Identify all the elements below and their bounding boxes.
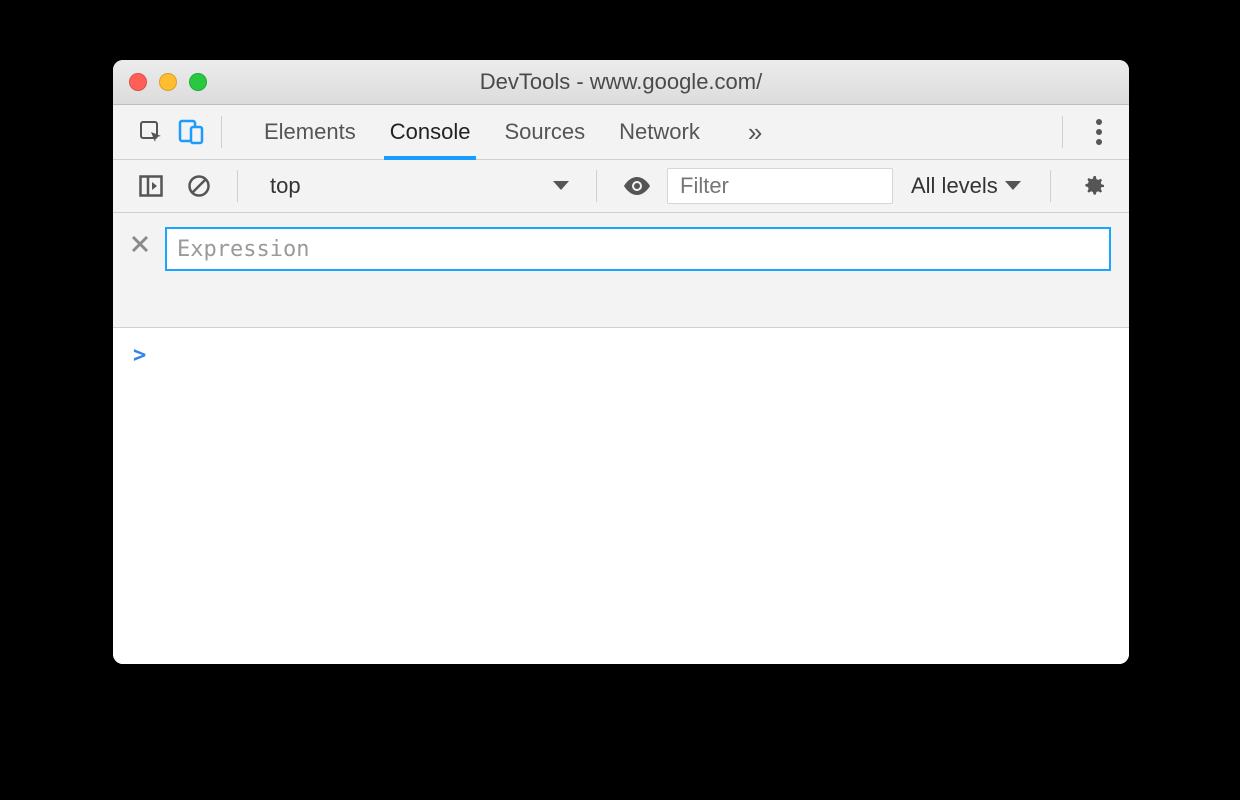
tab-label: Sources <box>504 119 585 145</box>
close-window-button[interactable] <box>129 73 147 91</box>
tab-elements[interactable]: Elements <box>264 105 356 159</box>
chevron-down-icon <box>552 180 570 192</box>
tabs-overflow-button[interactable]: » <box>734 105 776 159</box>
log-levels-selector[interactable]: All levels <box>901 173 1032 199</box>
main-tabstrip: Elements Console Sources Network » <box>113 105 1129 160</box>
divider <box>1050 170 1051 202</box>
console-settings-button[interactable] <box>1069 173 1117 199</box>
live-expression-button[interactable] <box>615 176 659 196</box>
tabs: Elements Console Sources Network » <box>240 105 1052 159</box>
clear-console-button[interactable] <box>179 174 219 198</box>
divider <box>1062 116 1063 148</box>
divider <box>596 170 597 202</box>
tab-label: Console <box>390 119 471 145</box>
divider <box>221 116 222 148</box>
console-prompt[interactable]: > <box>133 343 146 368</box>
tab-label: Elements <box>264 119 356 145</box>
divider <box>237 170 238 202</box>
gear-icon <box>1080 173 1106 199</box>
traffic-lights <box>113 73 207 91</box>
titlebar: DevTools - www.google.com/ <box>113 60 1129 105</box>
tab-network[interactable]: Network <box>619 105 700 159</box>
device-toolbar-icon[interactable] <box>171 119 211 145</box>
levels-label: All levels <box>911 173 998 199</box>
expression-input[interactable] <box>165 227 1111 271</box>
live-expression-row <box>113 213 1129 328</box>
close-icon <box>131 235 149 253</box>
eye-icon <box>622 176 652 196</box>
tab-sources[interactable]: Sources <box>504 105 585 159</box>
left-tool-cluster <box>113 105 240 159</box>
console-output[interactable]: > <box>113 328 1129 664</box>
chevron-down-icon <box>1004 180 1022 192</box>
chevron-double-right-icon: » <box>748 117 762 148</box>
no-symbol-icon <box>187 174 211 198</box>
minimize-window-button[interactable] <box>159 73 177 91</box>
remove-expression-button[interactable] <box>131 227 153 253</box>
kebab-icon <box>1095 118 1103 146</box>
filter-input[interactable] <box>667 168 893 204</box>
window-title: DevTools - www.google.com/ <box>113 69 1129 95</box>
devtools-window: DevTools - www.google.com/ Elements <box>113 60 1129 664</box>
tab-console[interactable]: Console <box>390 105 471 159</box>
more-menu-button[interactable] <box>1073 118 1125 146</box>
toggle-console-sidebar-icon[interactable] <box>131 175 171 197</box>
tab-label: Network <box>619 119 700 145</box>
context-selector[interactable]: top <box>256 173 578 199</box>
console-toolbar: top All levels <box>113 160 1129 213</box>
context-label: top <box>270 173 301 199</box>
zoom-window-button[interactable] <box>189 73 207 91</box>
right-tool-cluster <box>1052 105 1129 159</box>
inspect-element-icon[interactable] <box>131 120 171 144</box>
